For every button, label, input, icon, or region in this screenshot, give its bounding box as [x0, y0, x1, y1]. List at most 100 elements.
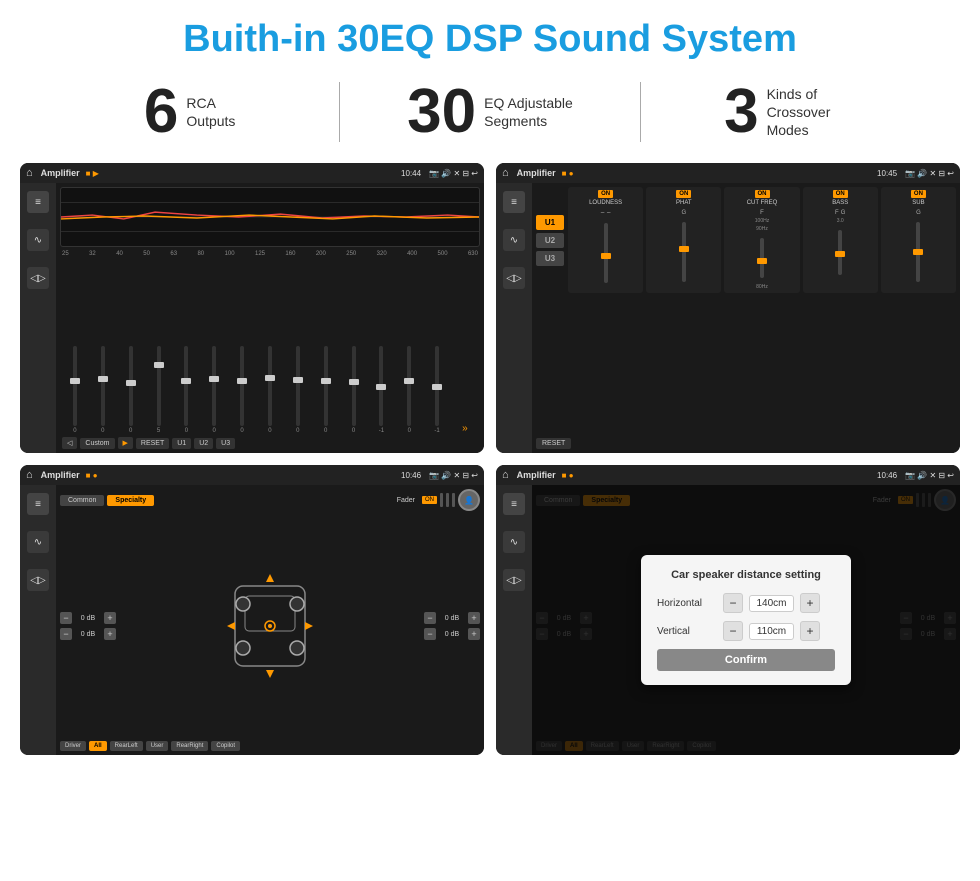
- xover-status-dots: ■ ●: [86, 471, 98, 480]
- xover-sidebar-eq-icon[interactable]: ≡: [27, 493, 49, 515]
- dsp-status-dots: ■ ●: [562, 169, 574, 178]
- eq-slider-11[interactable]: 0: [341, 346, 367, 434]
- dsp-screen-content: ≡ ∿ ◁▷ U1 U2 U3 ON LOUDNESS: [496, 183, 960, 453]
- db-minus-4[interactable]: −: [424, 628, 436, 640]
- eq-reset-btn[interactable]: RESET: [136, 438, 169, 449]
- eq-slider-4[interactable]: 5: [146, 346, 172, 434]
- dsp-u1-btn[interactable]: U1: [536, 215, 564, 230]
- eq-slider-13[interactable]: 0: [396, 346, 422, 434]
- eq-custom-btn[interactable]: Custom: [80, 438, 114, 449]
- db-plus-4[interactable]: +: [468, 628, 480, 640]
- stat-crossover-number: 3: [724, 81, 758, 143]
- stat-rca-label: RCAOutputs: [186, 94, 235, 130]
- modal-vertical-minus[interactable]: −: [723, 621, 743, 641]
- modal-horizontal-plus[interactable]: +: [800, 593, 820, 613]
- eq-graph: [60, 187, 480, 247]
- xover-rearright-btn[interactable]: RearRight: [171, 741, 208, 751]
- dsp-home-icon[interactable]: ⌂: [502, 167, 509, 179]
- xover-copilot-btn[interactable]: Copilot: [211, 741, 240, 751]
- eq-topbar: ⌂ Amplifier ■ ▶ 10:44 📷 🔊 ✕ ⊟ ↩: [20, 163, 484, 183]
- db-val-3: 0 dB: [438, 615, 466, 622]
- user-avatar[interactable]: 👤: [458, 489, 480, 511]
- stat-rca-number: 6: [144, 81, 178, 143]
- eq-slider-7[interactable]: 0: [229, 346, 255, 434]
- dist-screen-title: Amplifier: [517, 470, 556, 480]
- modal-horizontal-minus[interactable]: −: [723, 593, 743, 613]
- dist-sidebar: ≡ ∿ ◁▷: [496, 485, 532, 755]
- eq-u2-btn[interactable]: U2: [194, 438, 213, 449]
- dsp-u2-btn[interactable]: U2: [536, 233, 564, 248]
- dsp-phat-col: ON PHAT G: [646, 187, 721, 293]
- dsp-sidebar-eq-icon[interactable]: ≡: [503, 191, 525, 213]
- dsp-u3-btn[interactable]: U3: [536, 251, 564, 266]
- eq-slider-6[interactable]: 0: [201, 346, 227, 434]
- distance-screen-card: ⌂ Amplifier ■ ● 10:46 📷 🔊 ✕ ⊟ ↩ ≡ ∿ ◁▷ C…: [496, 465, 960, 755]
- crossover-screen-card: ⌂ Amplifier ■ ● 10:46 📷 🔊 ✕ ⊟ ↩ ≡ ∿ ◁▷ C…: [20, 465, 484, 755]
- eq-slider-2[interactable]: 0: [90, 346, 116, 434]
- db-val-4: 0 dB: [438, 631, 466, 638]
- eq-slider-12[interactable]: -1: [368, 346, 394, 434]
- eq-slider-3[interactable]: 0: [118, 346, 144, 434]
- eq-slider-5[interactable]: 0: [173, 346, 199, 434]
- dist-home-icon[interactable]: ⌂: [502, 469, 509, 481]
- eq-bottom-bar: ◁ Custom ▶ RESET U1 U2 U3: [60, 434, 480, 449]
- eq-sidebar-vol-icon[interactable]: ◁▷: [27, 267, 49, 289]
- stats-row: 6 RCAOutputs 30 EQ AdjustableSegments 3 …: [0, 71, 980, 155]
- eq-slider-10[interactable]: 0: [313, 346, 339, 434]
- db-plus-2[interactable]: +: [104, 628, 116, 640]
- xover-all-btn[interactable]: All: [89, 741, 107, 751]
- eq-play-btn[interactable]: ▶: [118, 437, 133, 449]
- eq-prev-btn[interactable]: ◁: [62, 437, 77, 449]
- modal-vertical-label: Vertical: [657, 626, 717, 637]
- xover-sidebar: ≡ ∿ ◁▷: [20, 485, 56, 755]
- dsp-screen-card: ⌂ Amplifier ■ ● 10:45 📷 🔊 ✕ ⊟ ↩ ≡ ∿ ◁▷ U…: [496, 163, 960, 453]
- db-row-3: − 0 dB +: [424, 612, 480, 624]
- xover-common-tab[interactable]: Common: [60, 495, 104, 506]
- dsp-reset-btn[interactable]: RESET: [536, 438, 571, 449]
- xover-user-btn[interactable]: User: [146, 741, 169, 751]
- confirm-button[interactable]: Confirm: [657, 649, 835, 671]
- xover-driver-btn[interactable]: Driver: [60, 741, 86, 751]
- eq-u3-btn[interactable]: U3: [216, 438, 235, 449]
- xover-home-icon[interactable]: ⌂: [26, 469, 33, 481]
- dist-sidebar-wave-icon[interactable]: ∿: [503, 531, 525, 553]
- eq-sidebar-wave-icon[interactable]: ∿: [27, 229, 49, 251]
- modal-vertical-value: 110cm: [749, 623, 794, 640]
- eq-main: 2532405063 80100125160200 25032040050063…: [56, 183, 484, 453]
- fader-sliders: [440, 493, 455, 507]
- eq-sidebar-eq-icon[interactable]: ≡: [27, 191, 49, 213]
- eq-slider-9[interactable]: 0: [285, 346, 311, 434]
- modal-vertical-plus[interactable]: +: [800, 621, 820, 641]
- xover-specialty-tab[interactable]: Specialty: [107, 495, 154, 506]
- db-plus-3[interactable]: +: [468, 612, 480, 624]
- db-val-1: 0 dB: [74, 615, 102, 622]
- eq-slider-8[interactable]: 0: [257, 346, 283, 434]
- dsp-sidebar-vol-icon[interactable]: ◁▷: [503, 267, 525, 289]
- xover-sidebar-wave-icon[interactable]: ∿: [27, 531, 49, 553]
- dist-topbar: ⌂ Amplifier ■ ● 10:46 📷 🔊 ✕ ⊟ ↩: [496, 465, 960, 485]
- dsp-top-row: U1 U2 U3 ON LOUDNESS ~ ~: [536, 187, 956, 293]
- dsp-screen-title: Amplifier: [517, 168, 556, 178]
- db-plus-1[interactable]: +: [104, 612, 116, 624]
- xover-tabs: Common Specialty Fader ON 👤: [60, 489, 480, 511]
- stat-divider-2: [640, 82, 641, 142]
- eq-slider-1[interactable]: 0: [62, 346, 88, 434]
- dsp-sub-col: ON SUB G: [881, 187, 956, 293]
- stat-crossover: 3 Kinds ofCrossover Modes: [661, 81, 920, 143]
- dsp-sidebar-wave-icon[interactable]: ∿: [503, 229, 525, 251]
- stat-eq: 30 EQ AdjustableSegments: [360, 81, 619, 143]
- db-minus-1[interactable]: −: [60, 612, 72, 624]
- xover-rearleft-btn[interactable]: RearLeft: [110, 741, 143, 751]
- dist-sidebar-vol-icon[interactable]: ◁▷: [503, 569, 525, 591]
- page-title: Buith-in 30EQ DSP Sound System: [0, 0, 980, 71]
- home-icon[interactable]: ⌂: [26, 167, 33, 179]
- eq-u1-btn[interactable]: U1: [172, 438, 191, 449]
- db-val-2: 0 dB: [74, 631, 102, 638]
- xover-sidebar-vol-icon[interactable]: ◁▷: [27, 569, 49, 591]
- db-minus-3[interactable]: −: [424, 612, 436, 624]
- eq-slider-more: »: [452, 423, 478, 434]
- db-minus-2[interactable]: −: [60, 628, 72, 640]
- eq-freq-labels: 2532405063 80100125160200 25032040050063…: [60, 251, 480, 257]
- dist-sidebar-eq-icon[interactable]: ≡: [503, 493, 525, 515]
- eq-slider-14[interactable]: -1: [424, 346, 450, 434]
